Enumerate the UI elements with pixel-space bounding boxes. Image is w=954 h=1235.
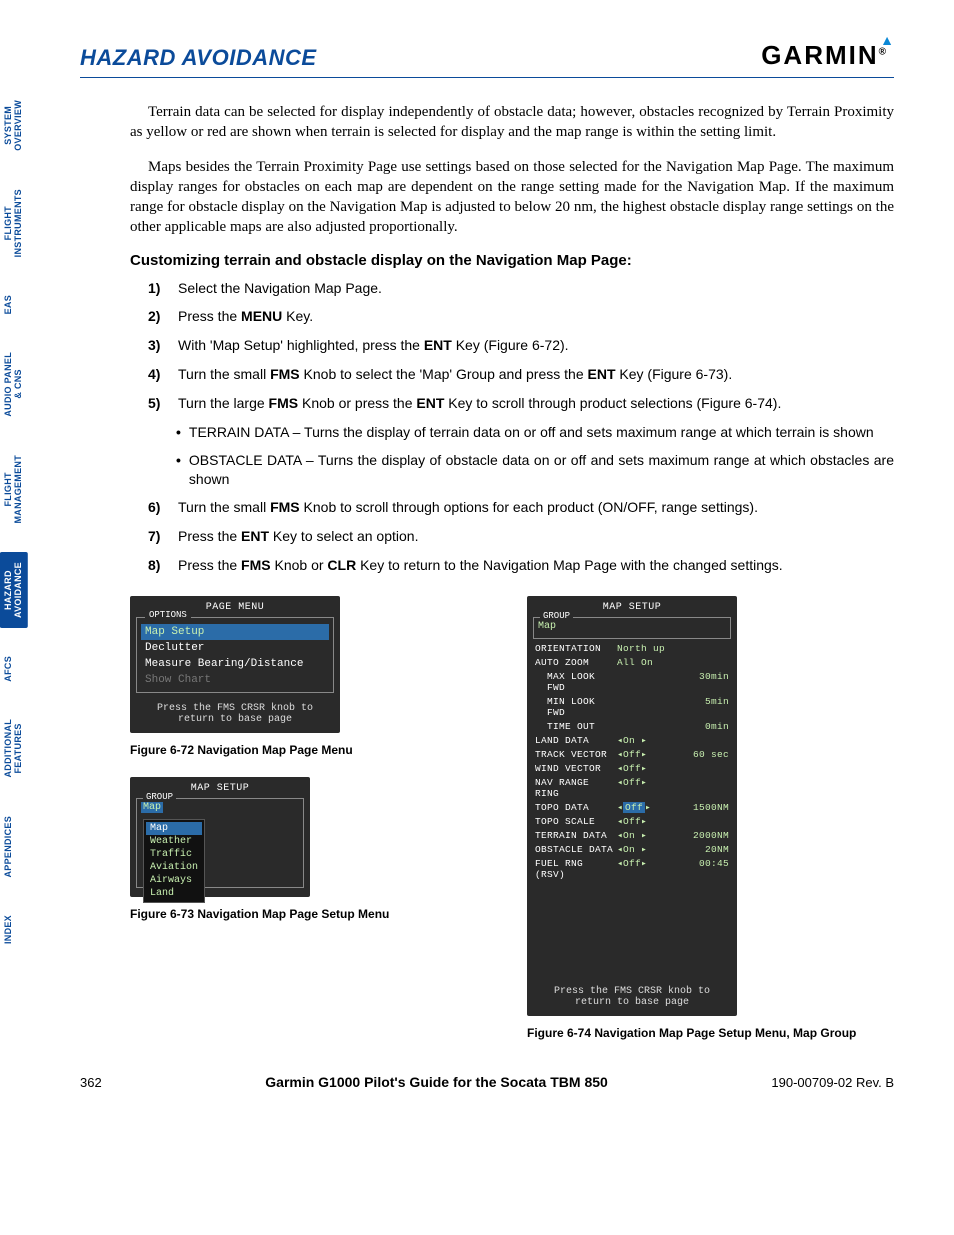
paragraph-2: Maps besides the Terrain Proximity Page … <box>130 157 894 238</box>
figure-6-72-caption: Figure 6-72 Navigation Map Page Menu <box>130 743 497 757</box>
menu-item-declutter[interactable]: Declutter <box>141 640 329 656</box>
step-4: 4) Turn the small FMS Knob to select the… <box>148 365 894 384</box>
garmin-logo: ▲ GARMIN® <box>761 40 894 71</box>
tab-index[interactable]: INDEX <box>0 905 28 954</box>
setup-row[interactable]: TERRAIN DATA◂On ▸2000NM <box>533 828 731 842</box>
dropdown-weather[interactable]: Weather <box>146 835 202 848</box>
setup-row[interactable]: AUTO ZOOMAll On <box>533 655 731 669</box>
revision-label: 190-00709-02 Rev. B <box>771 1075 894 1090</box>
setup-row[interactable]: TOPO DATA◂Off▸1500NM <box>533 800 731 814</box>
setup-row[interactable]: ORIENTATIONNorth up <box>533 641 731 655</box>
setup-row[interactable]: TIME OUT0min <box>533 719 731 733</box>
setup-row[interactable]: LAND DATA◂On ▸ <box>533 733 731 747</box>
menu-item-map-setup[interactable]: Map Setup <box>141 624 329 640</box>
dropdown-map[interactable]: Map <box>146 822 202 835</box>
group-legend-74: GROUP <box>540 611 573 621</box>
setup-row[interactable]: WIND VECTOR◂Off▸ <box>533 761 731 775</box>
page-content: Terrain data can be selected for display… <box>80 102 894 1040</box>
tab-audio-panel-cns[interactable]: AUDIO PANEL& CNS <box>0 342 28 427</box>
step-3: 3) With 'Map Setup' highlighted, press t… <box>148 336 894 355</box>
figure-6-73-screen: MAP SETUP GROUP Map Map Weather Traffic … <box>130 777 310 897</box>
dropdown-aviation[interactable]: Aviation <box>146 861 202 874</box>
procedure-steps: 1) Select the Navigation Map Page. 2) Pr… <box>130 279 894 413</box>
tab-system-overview[interactable]: SYSTEMOVERVIEW <box>0 90 28 161</box>
setup-row[interactable]: MAX LOOK FWD30min <box>533 669 731 694</box>
menu-item-show-chart: Show Chart <box>141 672 329 688</box>
setup-row[interactable]: TOPO SCALE◂Off▸ <box>533 814 731 828</box>
tab-flight-instruments[interactable]: FLIGHTINSTRUMENTS <box>0 179 28 267</box>
setup-row[interactable]: MIN LOOK FWD5min <box>533 694 731 719</box>
page-number: 362 <box>80 1075 102 1090</box>
options-legend: OPTIONS <box>145 610 191 620</box>
bullet-terrain-data: TERRAIN DATA – Turns the display of terr… <box>176 423 894 443</box>
figure-6-73-caption: Figure 6-73 Navigation Map Page Setup Me… <box>130 907 497 921</box>
page-header: HAZARD AVOIDANCE ▲ GARMIN® <box>80 40 894 78</box>
step-8: 8) Press the FMS Knob or CLR Key to retu… <box>148 556 894 575</box>
tab-additional-features[interactable]: ADDITIONALFEATURES <box>0 709 28 788</box>
step-2: 2) Press the MENU Key. <box>148 307 894 326</box>
figure-6-72-screen: PAGE MENU OPTIONS Map Setup Declutter Me… <box>130 596 340 733</box>
step-7: 7) Press the ENT Key to select an option… <box>148 527 894 546</box>
section-title: HAZARD AVOIDANCE <box>80 45 317 71</box>
guide-title: Garmin G1000 Pilot's Guide for the Socat… <box>265 1074 608 1090</box>
garmin-triangle-icon: ▲ <box>880 32 896 48</box>
dropdown-airways[interactable]: Airways <box>146 874 202 887</box>
setup-row[interactable]: FUEL RNG (RSV)◂Off▸00:45 <box>533 856 731 881</box>
menu-item-measure-bearing[interactable]: Measure Bearing/Distance <box>141 656 329 672</box>
paragraph-1: Terrain data can be selected for display… <box>130 102 894 143</box>
tab-flight-management[interactable]: FLIGHTMANAGEMENT <box>0 445 28 534</box>
group-value-73[interactable]: Map <box>141 802 163 813</box>
procedure-heading: Customizing terrain and obstacle display… <box>130 252 894 269</box>
step-5: 5) Turn the large FMS Knob or press the … <box>148 394 894 413</box>
figure-6-74-caption: Figure 6-74 Navigation Map Page Setup Me… <box>527 1026 894 1040</box>
group-value-74: Map <box>538 621 556 632</box>
tab-eas[interactable]: EAS <box>0 285 28 324</box>
procedure-steps-cont: 6) Turn the small FMS Knob to scroll thr… <box>130 498 894 575</box>
bullet-list: TERRAIN DATA – Turns the display of terr… <box>130 423 894 490</box>
map-setup-list: ORIENTATIONNorth upAUTO ZOOMAll OnMAX LO… <box>533 641 731 881</box>
group-dropdown[interactable]: Map Weather Traffic Aviation Airways Lan… <box>143 819 205 903</box>
step-1: 1) Select the Navigation Map Page. <box>148 279 894 298</box>
figure-right-column: MAP SETUP GROUP Map ORIENTATIONNorth upA… <box>527 596 894 1040</box>
step-6: 6) Turn the small FMS Knob to scroll thr… <box>148 498 894 517</box>
group-legend-73: GROUP <box>143 792 176 802</box>
dropdown-land[interactable]: Land <box>146 887 202 900</box>
tab-hazard-avoidance[interactable]: HAZARDAVOIDANCE <box>0 552 28 628</box>
setup-row[interactable]: TRACK VECTOR◂Off▸60 sec <box>533 747 731 761</box>
fms-hint: Press the FMS CRSR knob toreturn to base… <box>136 697 334 727</box>
setup-row[interactable]: NAV RANGE RING◂Off▸ <box>533 775 731 800</box>
tab-appendices[interactable]: APPENDICES <box>0 806 28 888</box>
dropdown-traffic[interactable]: Traffic <box>146 848 202 861</box>
fms-hint-74: Press the FMS CRSR knob toreturn to base… <box>533 980 731 1010</box>
page-footer: 362 Garmin G1000 Pilot's Guide for the S… <box>80 1074 894 1090</box>
setup-row[interactable]: OBSTACLE DATA◂On ▸20NM <box>533 842 731 856</box>
figure-6-74-screen: MAP SETUP GROUP Map ORIENTATIONNorth upA… <box>527 596 737 1016</box>
figures-row: PAGE MENU OPTIONS Map Setup Declutter Me… <box>130 596 894 1040</box>
tab-afcs[interactable]: AFCS <box>0 646 28 692</box>
bullet-obstacle-data: OBSTACLE DATA – Turns the display of obs… <box>176 451 894 490</box>
figure-left-column: PAGE MENU OPTIONS Map Setup Declutter Me… <box>130 596 497 1040</box>
side-tab-bar: SYSTEMOVERVIEW FLIGHTINSTRUMENTS EAS AUD… <box>0 90 28 954</box>
